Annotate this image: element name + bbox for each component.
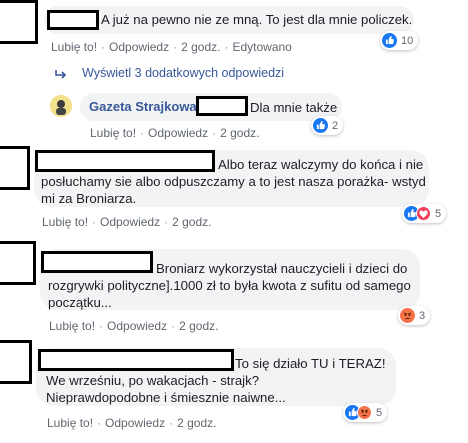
like-reaction-icon (382, 33, 397, 48)
comment-actions: Lubię to! · Odpowiedz · 2 godz. (42, 215, 211, 229)
like-button[interactable]: Lubię to! (49, 319, 95, 333)
reaction-count: 5 (435, 207, 442, 220)
reaction-summary[interactable]: 2 (311, 116, 344, 135)
edited-label[interactable]: Edytowano (232, 40, 291, 54)
comment-actions: Lubię to! · Odpowiedz · 2 godz. (47, 416, 216, 430)
reaction-summary[interactable]: 10 (380, 31, 419, 50)
reaction-count: 10 (401, 34, 414, 47)
comment-text-line: rozgrywki polityczne].1000 zł to była kw… (48, 278, 411, 293)
separator: · (99, 319, 104, 333)
separator: · (97, 416, 102, 430)
reaction-count: 3 (419, 309, 426, 322)
love-reaction-icon (416, 206, 431, 221)
comment-text-line: To się działo TU i TERAZ! (235, 356, 386, 371)
comment-actions: Lubię to! · Odpowiedz · 2 godz. (49, 319, 218, 333)
comment-text: Dla mnie także (250, 100, 338, 115)
redacted-author-name (41, 251, 153, 273)
redacted-author-name (35, 150, 215, 172)
redacted-author-name (47, 10, 99, 30)
comment-text-line: posłuchamy sie albo odpuszczamy a to jes… (41, 174, 426, 189)
author-name[interactable]: Gazeta Strajkowa (89, 99, 197, 114)
reply-button[interactable]: Odpowiedz (107, 319, 167, 333)
view-more-replies-link[interactable]: Wyświetl 3 dodatkowych odpowiedzi (82, 66, 284, 80)
comment-text-line: mi za Broniarza. (41, 191, 137, 206)
avatar[interactable] (50, 95, 72, 117)
avatar[interactable] (0, 241, 36, 285)
separator: · (212, 126, 217, 140)
reaction-summary[interactable]: 5 (402, 204, 447, 223)
timestamp[interactable]: 2 godz. (172, 215, 211, 229)
avatar[interactable] (0, 0, 38, 44)
separator: · (164, 215, 169, 229)
separator: · (92, 215, 97, 229)
timestamp[interactable]: 2 godz. (181, 40, 220, 54)
avatar[interactable] (0, 340, 32, 384)
comment-actions: Lubię to! · Odpowiedz · 2 godz. · Edytowano (51, 40, 292, 54)
comment-text-line: Broniarz wykorzystał nauczycieli i dziec… (156, 261, 408, 276)
comment-text-line: początku... (48, 295, 112, 310)
reply-arrow-icon (55, 67, 67, 85)
reply-button[interactable]: Odpowiedz (100, 215, 160, 229)
comment-text-line: We wrześniu, po wakacjach - strajk? (46, 373, 260, 388)
reaction-count: 5 (376, 406, 383, 419)
reaction-count: 2 (332, 119, 339, 132)
comment-text: A już na pewno nie ze mną. To jest dla m… (101, 12, 413, 27)
angry-reaction-icon (357, 405, 372, 420)
separator: · (173, 40, 178, 54)
redacted-author-name (196, 96, 248, 116)
like-reaction-icon (313, 118, 328, 133)
like-button[interactable]: Lubię to! (90, 126, 136, 140)
reply-button[interactable]: Odpowiedz (148, 126, 208, 140)
separator: · (140, 126, 145, 140)
redacted-author-name (38, 349, 234, 371)
angry-reaction-icon (400, 308, 415, 323)
separator: · (101, 40, 106, 54)
separator: · (224, 40, 229, 54)
timestamp[interactable]: 2 godz. (220, 126, 259, 140)
comment-text-line: Nieprawdopodobne i śmiesznie naiwne... (46, 390, 286, 405)
reply-button[interactable]: Odpowiedz (105, 416, 165, 430)
reaction-summary[interactable]: 3 (398, 306, 431, 325)
comment-text-line: Albo teraz walczymy do końca i nie (218, 157, 424, 172)
timestamp[interactable]: 2 godz. (177, 416, 216, 430)
timestamp[interactable]: 2 godz. (179, 319, 218, 333)
separator: · (171, 319, 176, 333)
like-button[interactable]: Lubię to! (42, 215, 88, 229)
separator: · (169, 416, 174, 430)
reply-button[interactable]: Odpowiedz (109, 40, 169, 54)
like-button[interactable]: Lubię to! (47, 416, 93, 430)
avatar[interactable] (0, 146, 30, 190)
reaction-summary[interactable]: 5 (343, 403, 388, 422)
like-button[interactable]: Lubię to! (51, 40, 97, 54)
comment-actions: Lubię to! · Odpowiedz · 2 godz. (90, 126, 259, 140)
